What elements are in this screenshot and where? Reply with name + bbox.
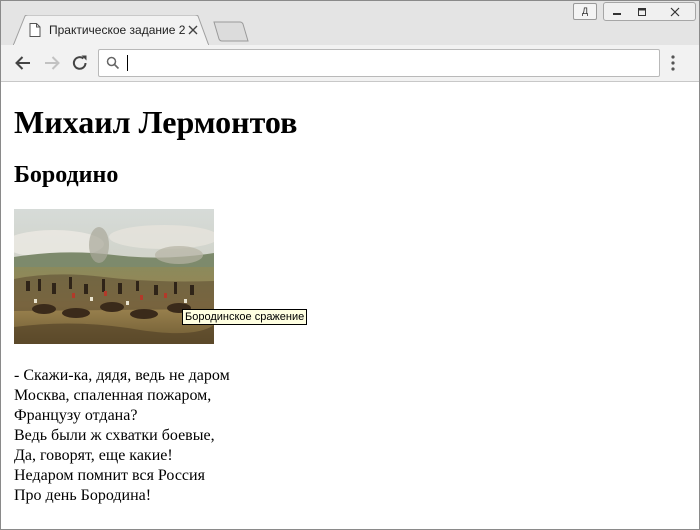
profile-button[interactable]: Д <box>573 3 597 20</box>
poem-line: Москва, спаленная пожаром, <box>14 387 212 404</box>
tab-close-icon[interactable] <box>187 24 199 36</box>
minimize-button[interactable] <box>603 2 631 21</box>
poem-line: Ведь были ж схватки боевые, <box>14 427 215 444</box>
image-tooltip: Бородинское сражение <box>182 309 308 325</box>
restore-icon <box>638 7 646 16</box>
search-icon <box>106 56 120 70</box>
poem-line: Французу отдана? <box>14 407 138 424</box>
browser-window: Д Практическое задание 2 Михаил Лермонто… <box>0 0 700 530</box>
forward-icon[interactable] <box>42 53 62 73</box>
close-window-button[interactable] <box>655 2 696 21</box>
tab-active[interactable]: Практическое задание 2 <box>13 15 209 46</box>
title-bar: Д Практическое задание 2 <box>1 1 699 46</box>
poem-line: Про день Бородина! <box>14 487 152 504</box>
address-input[interactable] <box>125 53 645 71</box>
new-tab-button[interactable] <box>213 21 249 43</box>
page-content: Михаил Лермонтов Бородино Бородинское ср… <box>1 82 699 529</box>
page-heading: Михаил Лермонтов <box>14 104 298 140</box>
poem-line: Да, говорят, еще какие! <box>14 447 173 464</box>
back-icon[interactable] <box>13 53 33 73</box>
poem-line: - Скажи-ка, дядя, ведь не даром <box>14 367 230 384</box>
poem: - Скажи-ка, дядя, ведь не даром Москва, … <box>14 366 230 506</box>
text-caret <box>127 55 128 71</box>
poem-line: Недаром помнит вся Россия <box>14 467 205 484</box>
document-icon <box>29 23 41 37</box>
page-subheading: Бородино <box>14 162 119 188</box>
menu-icon[interactable] <box>670 55 676 71</box>
close-icon <box>670 7 680 16</box>
tab-title: Практическое задание 2 <box>49 23 186 37</box>
toolbar <box>1 45 699 82</box>
maximize-button[interactable] <box>629 2 656 21</box>
minimize-icon <box>613 12 621 15</box>
reload-icon[interactable] <box>70 53 90 73</box>
address-bar[interactable] <box>98 49 660 77</box>
